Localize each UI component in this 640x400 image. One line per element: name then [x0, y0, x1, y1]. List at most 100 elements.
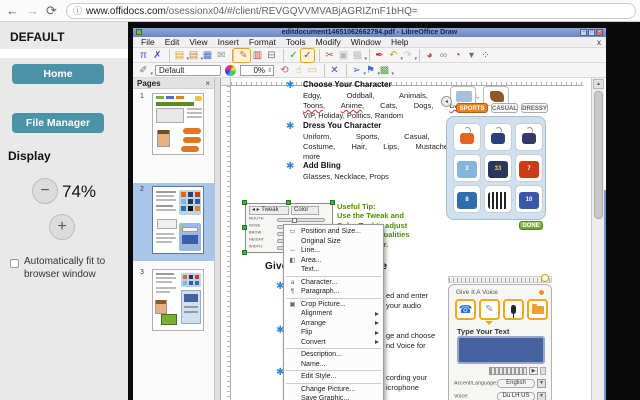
navigator-icon[interactable]: ◔ [451, 49, 464, 62]
styles-icon[interactable]: ✐ [137, 64, 153, 81]
edit-points-mode-icon[interactable]: ✗ [151, 49, 164, 62]
page-info-icon[interactable]: ⓘ [73, 6, 82, 16]
context-menu-item[interactable]: Name... [284, 360, 383, 370]
menu[interactable]: Edit [160, 37, 185, 48]
context-menu-item[interactable]: ─ Line... [284, 246, 383, 256]
context-menu-item[interactable]: Flip [284, 328, 383, 338]
jersey-graphic: 10 [519, 192, 539, 209]
context-menu-item[interactable]: Edit Style... [284, 372, 383, 382]
page-thumbnail-preview[interactable] [152, 93, 204, 155]
menu[interactable]: Format [244, 37, 281, 48]
page-thumbnail-preview[interactable] [152, 186, 204, 254]
context-menu-item[interactable]: ¶ Paragraph... [284, 287, 383, 297]
menu[interactable]: Window [346, 37, 386, 48]
menu[interactable]: Help [386, 37, 413, 48]
print-icon[interactable]: ⊟ [265, 49, 278, 62]
context-menu-item[interactable]: Save Graphic... [284, 394, 383, 400]
context-menu-item[interactable]: Original Size [284, 237, 383, 247]
page-thumbnail-row-3[interactable]: 3 [133, 266, 215, 338]
rotate-icon[interactable]: ⟲ [278, 64, 291, 77]
align-icon[interactable]: ⚑ [364, 64, 380, 81]
browser-toolbar: ← → ⟳ ⓘ www.offidocs.com/osessionx04/#/cl… [0, 0, 640, 22]
minimize-button[interactable]: – [580, 29, 587, 36]
menu[interactable]: Modify [311, 37, 346, 48]
chart-icon[interactable]: ◕ [419, 48, 436, 62]
menu[interactable]: File [136, 37, 160, 48]
zoom-in-button[interactable]: + [49, 214, 75, 240]
address-bar[interactable]: ⓘ www.offidocs.com/osessionx04/#/client/R… [66, 3, 636, 19]
dressup-tab-dressy: DRESSY [521, 103, 548, 113]
context-menu-item[interactable]: Arrange [284, 319, 383, 329]
display-grid-icon[interactable]: ⁘ [479, 49, 492, 62]
gallery-icon[interactable]: ▾ [465, 49, 478, 62]
grid-icon[interactable]: ▩ [378, 64, 394, 81]
note-icon[interactable]: ▭ [306, 64, 319, 77]
context-menu-item[interactable]: Convert [284, 338, 383, 348]
page-thumbnail-row-1[interactable]: 1 [133, 90, 215, 160]
reload-icon[interactable]: ⟳ [46, 2, 57, 20]
auto-spellcheck-icon[interactable]: ✓ [300, 47, 315, 63]
clone-formatting-icon[interactable]: ✒ [369, 48, 386, 62]
selection-handle[interactable] [242, 225, 247, 230]
arrange-icon[interactable]: ➢ [346, 63, 366, 81]
file-manager-button[interactable]: File Manager [12, 113, 104, 133]
copy-icon[interactable]: ▣ [337, 49, 350, 62]
zoom-out-button[interactable]: − [32, 178, 58, 204]
jersey-tile [484, 185, 512, 213]
selection-handle[interactable] [286, 200, 291, 205]
document-canvas[interactable]: ▲ ✱ ✱ ✱ ✱ ✱ ✱ Choose Your Character Edgy… [221, 78, 606, 400]
context-menu-item[interactable]: ▣ Crop Picture... [284, 300, 383, 310]
style-combobox[interactable]: Default [155, 64, 221, 76]
tweak-slider: MOUTH [249, 217, 329, 224]
menu[interactable]: Tools [281, 37, 311, 48]
page-thumbnail-preview[interactable] [152, 269, 204, 331]
undo-icon[interactable]: ↶ [387, 49, 403, 66]
save-icon[interactable]: ▦ [201, 49, 214, 62]
context-menu-item[interactable]: Description... [284, 350, 383, 360]
context-menu-item[interactable]: ◧ Area... [284, 256, 383, 266]
new-document-icon[interactable]: ▤ [169, 48, 189, 66]
open-icon[interactable]: ▤ [187, 49, 203, 66]
export-pdf-icon[interactable]: ▥ [251, 49, 264, 62]
menu[interactable]: Insert [213, 37, 244, 48]
context-menu-item[interactable]: Change Picture... [284, 385, 383, 395]
paste-icon[interactable]: ▩ [351, 49, 367, 66]
scroll-up-icon[interactable]: ▲ [593, 79, 604, 89]
display-label: Display [8, 149, 51, 163]
close-button[interactable]: × [596, 29, 603, 36]
formula-icon[interactable]: π [137, 49, 150, 62]
page-thumbnail-row-2[interactable]: 2 [133, 183, 215, 261]
menu[interactable]: View [184, 37, 212, 48]
text-fragment: icrophone [386, 383, 419, 392]
menubar-close-icon[interactable]: x [597, 37, 601, 48]
email-icon[interactable]: ✉ [215, 49, 228, 62]
hyperlink-icon[interactable]: ∞ [437, 49, 450, 62]
redo-icon[interactable]: ↷ [401, 49, 417, 66]
selection-handle[interactable] [330, 200, 335, 205]
edit-points-icon[interactable]: ✕ [324, 63, 341, 77]
home-button[interactable]: Home [12, 64, 104, 84]
edit-file-icon[interactable]: ✎ [232, 47, 251, 63]
pages-panel-header: Pages × [133, 78, 214, 89]
selection-handle[interactable] [242, 250, 247, 255]
spellcheck-icon[interactable]: ✓ [283, 48, 300, 62]
fit-checkbox[interactable] [10, 259, 19, 268]
vertical-ruler [221, 86, 231, 400]
context-menu-item[interactable]: a Character... [284, 278, 383, 288]
context-menu-item[interactable]: Alignment [284, 309, 383, 319]
menu-item-icon: ─ [290, 247, 295, 254]
jersey-tile [453, 123, 481, 151]
back-icon[interactable]: ← [6, 2, 19, 20]
pages-panel-close-icon[interactable]: × [205, 79, 210, 88]
forward-icon[interactable]: → [26, 2, 39, 20]
effects-icon[interactable]: ☝ [292, 64, 305, 77]
transparency-spinner[interactable]: 0% [240, 64, 274, 76]
context-menu-item[interactable]: ▭ Position and Size... [284, 227, 383, 237]
context-menu-item[interactable]: Text... [284, 265, 383, 275]
maximize-button[interactable]: □ [588, 29, 595, 36]
vertical-scrollbar[interactable]: ▲ [591, 78, 604, 400]
scrollbar-thumb[interactable] [594, 91, 603, 219]
cut-icon[interactable]: ✂ [319, 48, 336, 62]
color-wheel-icon[interactable] [225, 64, 236, 76]
selection-handle[interactable] [242, 200, 247, 205]
